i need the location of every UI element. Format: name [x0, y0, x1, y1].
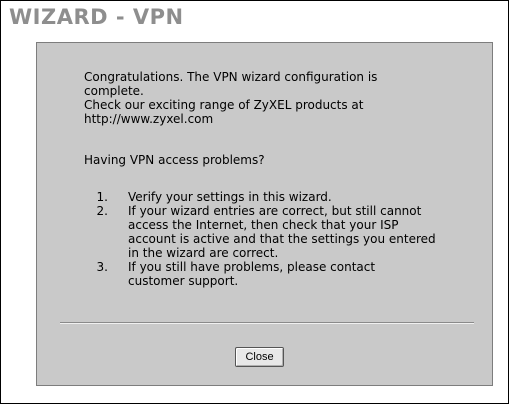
congratulations-line-1: Congratulations. The VPN wizard configur…: [84, 70, 378, 84]
step-3-line-1: If you still have problems, please conta…: [128, 260, 376, 274]
step-3-number: 3.: [96, 260, 108, 274]
problems-heading: Having VPN access problems?: [84, 153, 265, 167]
step-2: 2. If your wizard entries are correct, b…: [84, 204, 468, 260]
step-2-line-4: in the wizard are correct.: [128, 246, 279, 260]
step-3-line-2: customer support.: [128, 274, 239, 288]
step-1: 1. Verify your settings in this wizard.: [84, 190, 468, 204]
step-2-line-3: account is active and that the settings …: [128, 232, 436, 246]
congratulations-line-2: complete.: [84, 84, 144, 98]
step-2-line-1: If your wizard entries are correct, but …: [128, 204, 422, 218]
close-button[interactable]: Close: [235, 347, 284, 367]
step-1-number: 1.: [96, 190, 108, 204]
divider: [60, 322, 474, 324]
step-1-line-1: Verify your settings in this wizard.: [128, 190, 332, 204]
page-title: WIZARD - VPN: [9, 5, 184, 29]
step-3: 3. If you still have problems, please co…: [84, 260, 468, 288]
step-2-number: 2.: [96, 204, 108, 218]
wizard-panel: Congratulations. The VPN wizard configur…: [36, 42, 493, 386]
step-2-line-2: access the Internet, then check that you…: [128, 218, 399, 232]
products-line-1: Check our exciting range of ZyXEL produc…: [84, 98, 364, 112]
products-url: http://www.zyxel.com: [84, 112, 214, 126]
wizard-window: WIZARD - VPN Congratulations. The VPN wi…: [0, 0, 509, 404]
products-message: Check our exciting range of ZyXEL produc…: [84, 98, 468, 126]
troubleshooting-steps: 1. Verify your settings in this wizard. …: [84, 190, 468, 288]
congratulations-message: Congratulations. The VPN wizard configur…: [84, 70, 468, 98]
